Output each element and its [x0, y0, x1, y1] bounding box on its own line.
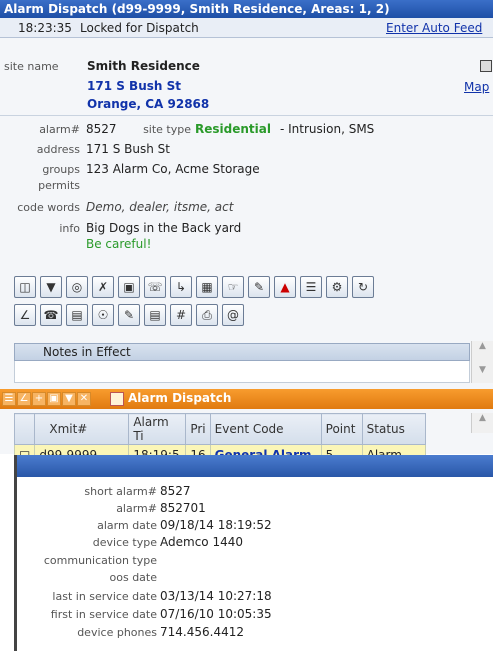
column-header-xmit[interactable]: Xmit# [34, 413, 130, 445]
list-icon[interactable]: ☰ [300, 276, 322, 298]
alarm-number-label: alarm# [39, 123, 80, 136]
site-type-detail: - Intrusion, SMS [280, 122, 375, 136]
code-words-label: code words [17, 201, 80, 214]
site-street: 171 S Bush St [87, 79, 181, 93]
tag-icon[interactable]: ☉ [92, 304, 114, 326]
site-type: Residential [195, 122, 271, 136]
alarm-detail-popup: short alarm# 8527 alarm# 852701 alarm date 09… [14, 455, 493, 651]
address-label: address [36, 143, 80, 156]
grid-scrollbar[interactable]: ▲ [471, 413, 493, 433]
callback-icon[interactable]: ☎ [40, 304, 62, 326]
door-icon[interactable]: ◫ [14, 276, 36, 298]
detail-label: communication type [43, 554, 157, 567]
address-value: 171 S Bush St [86, 142, 170, 156]
calendar-icon[interactable]: ▤ [66, 304, 88, 326]
column-header-status[interactable]: Status [361, 413, 426, 445]
detail-value: 07/16/10 10:05:35 [160, 607, 272, 621]
column-header-event-code[interactable]: Event Code [209, 413, 322, 445]
keypad-icon[interactable]: # [170, 304, 192, 326]
column-header-point[interactable]: Point [320, 413, 363, 445]
status-bar: 18:23:35 Locked for Dispatch Enter Auto … [0, 18, 493, 38]
fax-icon[interactable]: ⎙ [196, 304, 218, 326]
filter-icon[interactable]: ▼ [40, 276, 62, 298]
notes-scrollbar[interactable]: ▲ ▼ [471, 341, 493, 383]
detail-value: 8527 [160, 484, 191, 498]
detail-label: short alarm# [84, 485, 157, 498]
list-icon[interactable]: ☰ [2, 392, 16, 406]
detail-label: last in service date [52, 590, 157, 603]
window-title: Alarm Dispatch (d99-9999, Smith Residenc… [0, 0, 493, 18]
save-icon[interactable]: ▣ [47, 392, 61, 406]
police-car-icon[interactable]: ▲ [274, 276, 296, 298]
detail-value: 03/13/14 10:27:18 [160, 589, 272, 603]
lock-status: Locked for Dispatch [80, 21, 199, 35]
row-marker-header [13, 413, 36, 445]
groups-value: 123 Alarm Co, Acme Storage [86, 162, 260, 176]
transfer-icon[interactable]: ↳ [170, 276, 192, 298]
detail-label: first in service date [50, 608, 157, 621]
edit-icon[interactable]: ∠ [17, 392, 31, 406]
detail-label: alarm# [116, 502, 157, 515]
gears-icon[interactable]: ⚙ [326, 276, 348, 298]
fingerprint-icon[interactable]: ◎ [66, 276, 88, 298]
detail-label: alarm date [97, 519, 157, 532]
site-city-state-zip: Orange, CA 92868 [87, 97, 210, 111]
phone-icon[interactable]: ☏ [144, 276, 166, 298]
detail-label: device type [92, 536, 157, 549]
groups-label: groups [42, 163, 80, 176]
detail-value: 714.456.4412 [160, 625, 244, 639]
info-line-1: Big Dogs in the Back yard [86, 221, 242, 235]
divider [0, 115, 493, 116]
add-icon[interactable]: + [32, 392, 46, 406]
action-toolbar-row-2: ∠ ☎ ▤ ☉ ✎ ▤ # ⎙ @ [14, 304, 244, 326]
alarm-number: 8527 [86, 122, 117, 136]
email-icon[interactable]: @ [222, 304, 244, 326]
delete-icon[interactable]: ✕ [77, 392, 91, 406]
hand-pointer-icon[interactable]: ☞ [222, 276, 244, 298]
scroll-up-icon[interactable]: ▲ [472, 413, 493, 423]
detail-value: Ademco 1440 [160, 535, 243, 549]
id-card-icon[interactable]: ▣ [118, 276, 140, 298]
action-toolbar-row-1: ◫ ▼ ◎ ✗ ▣ ☏ ↳ ▦ ☞ ✎ ▲ ☰ ⚙ ↻ [14, 276, 374, 298]
dispatch-note-icon[interactable]: ✎ [118, 304, 140, 326]
map-icon[interactable] [480, 60, 492, 72]
scroll-up-icon[interactable]: ▲ [472, 341, 493, 351]
detail-label: device phones [77, 626, 157, 639]
document-list-icon[interactable]: ▤ [144, 304, 166, 326]
site-name-label: site name [4, 60, 59, 73]
scroll-down-icon[interactable]: ▼ [472, 365, 493, 375]
detail-value: 852701 [160, 501, 206, 515]
notes-list[interactable] [14, 361, 470, 383]
draw-icon[interactable]: ∠ [14, 304, 36, 326]
refresh-icon[interactable]: ↻ [352, 276, 374, 298]
code-words-value: Demo, dealer, itsme, act [86, 200, 234, 214]
alarm-dispatch-icon [110, 392, 124, 406]
dispatch-panel-header: ☰ ∠ + ▣ ▼ ✕ Alarm Dispatch [0, 389, 493, 409]
site-type-label: site type [143, 123, 191, 136]
info-line-2: Be careful! [86, 237, 152, 251]
map-link[interactable]: Map [464, 80, 489, 94]
info-label: info [59, 222, 80, 235]
notes-header: Notes in Effect [14, 343, 470, 361]
detail-value: 09/18/14 18:19:52 [160, 518, 272, 532]
column-header-alarm-time[interactable]: Alarm Ti [128, 413, 187, 445]
site-name: Smith Residence [87, 59, 200, 73]
column-header-priority[interactable]: Pri [185, 413, 211, 445]
dispatch-panel-title: Alarm Dispatch [128, 391, 232, 405]
detail-label: oos date [109, 571, 158, 584]
filter-icon[interactable]: ▼ [62, 392, 76, 406]
buildings-icon[interactable]: ▦ [196, 276, 218, 298]
edit-form-icon[interactable]: ✎ [248, 276, 270, 298]
permits-label: permits [38, 179, 80, 192]
tools-icon[interactable]: ✗ [92, 276, 114, 298]
panel-toolbar: ☰ ∠ + ▣ ▼ ✕ [2, 392, 91, 406]
clock-time: 18:23:35 [18, 21, 72, 35]
popup-title-bar [17, 455, 493, 477]
enter-auto-feed-link[interactable]: Enter Auto Feed [386, 18, 482, 38]
